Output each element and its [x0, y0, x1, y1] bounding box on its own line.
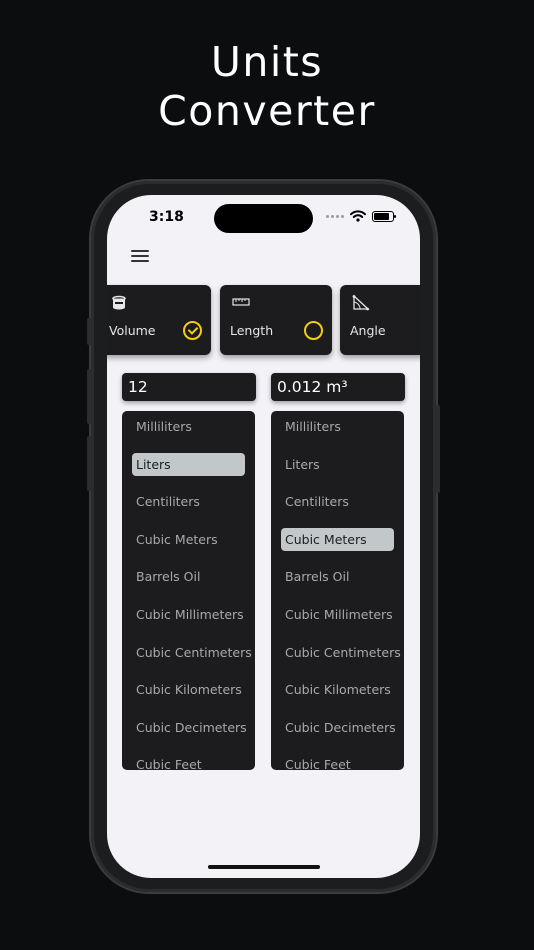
promo-title-line2: Converter [158, 87, 376, 135]
unit-option[interactable]: Centiliters [132, 490, 245, 513]
wifi-icon [350, 210, 366, 222]
dynamic-island [214, 204, 313, 233]
phone-screen: 3:18 Volume Length Angle 12 0.012 m³ Mil… [107, 195, 420, 878]
unit-option[interactable]: Liters [132, 452, 245, 476]
unit-option[interactable]: Cubic Millimeters [281, 603, 394, 626]
barrel-icon [111, 295, 127, 315]
phone-side-button [87, 318, 92, 345]
home-indicator[interactable] [208, 865, 320, 869]
from-value-input[interactable]: 12 [122, 373, 256, 401]
battery-icon [372, 210, 396, 222]
category-scroller[interactable]: Volume Length Angle [107, 285, 420, 355]
check-circle-icon [183, 321, 202, 340]
unit-option[interactable]: Cubic Decimeters [281, 716, 396, 739]
angle-icon [352, 294, 370, 315]
unit-option[interactable]: Cubic Centimeters [132, 641, 252, 664]
menu-button[interactable] [131, 250, 149, 264]
unit-option[interactable]: Cubic Feet [281, 753, 394, 770]
status-time: 3:18 [149, 209, 184, 225]
status-icons [326, 210, 396, 222]
hamburger-icon [131, 250, 149, 252]
unit-option[interactable]: Cubic Millimeters [132, 603, 245, 626]
unit-option[interactable]: Liters [281, 453, 394, 476]
unit-option[interactable]: Cubic Feet [132, 753, 245, 770]
category-card-length[interactable]: Length [220, 285, 332, 355]
unit-option[interactable]: Cubic Kilometers [281, 678, 394, 701]
category-card-volume[interactable]: Volume [107, 285, 211, 355]
category-label: Length [230, 323, 274, 338]
unit-option[interactable]: Cubic Meters [281, 527, 394, 551]
signal-icon [326, 214, 344, 218]
category-label: Volume [109, 323, 156, 338]
unit-option[interactable]: Barrels Oil [281, 565, 394, 588]
unit-option[interactable]: Barrels Oil [132, 565, 245, 588]
unit-option[interactable]: Cubic Decimeters [132, 716, 247, 739]
category-card-angle[interactable]: Angle [340, 285, 420, 355]
unit-option[interactable]: Cubic Meters [132, 528, 245, 551]
radio-circle-icon [304, 321, 323, 340]
category-label: Angle [350, 323, 386, 338]
from-unit-picker[interactable]: Milliliters Liters Centiliters Cubic Meters… [122, 411, 255, 770]
phone-volume-up [87, 369, 92, 424]
promo-title-line1: Units [210, 38, 324, 86]
unit-option[interactable]: Milliliters [132, 415, 245, 438]
unit-option[interactable]: Cubic Centimeters [281, 641, 401, 664]
ruler-icon [232, 295, 250, 311]
unit-option[interactable]: Cubic Kilometers [132, 678, 245, 701]
to-value-output: 0.012 m³ [271, 373, 405, 401]
phone-power-button [435, 405, 440, 493]
unit-option[interactable]: Centiliters [281, 490, 394, 513]
promo-title: Units Converter [0, 38, 534, 136]
unit-option[interactable]: Milliliters [281, 415, 394, 438]
phone-volume-down [87, 436, 92, 491]
to-unit-picker[interactable]: Milliliters Liters Centiliters Cubic Meters… [271, 411, 404, 770]
